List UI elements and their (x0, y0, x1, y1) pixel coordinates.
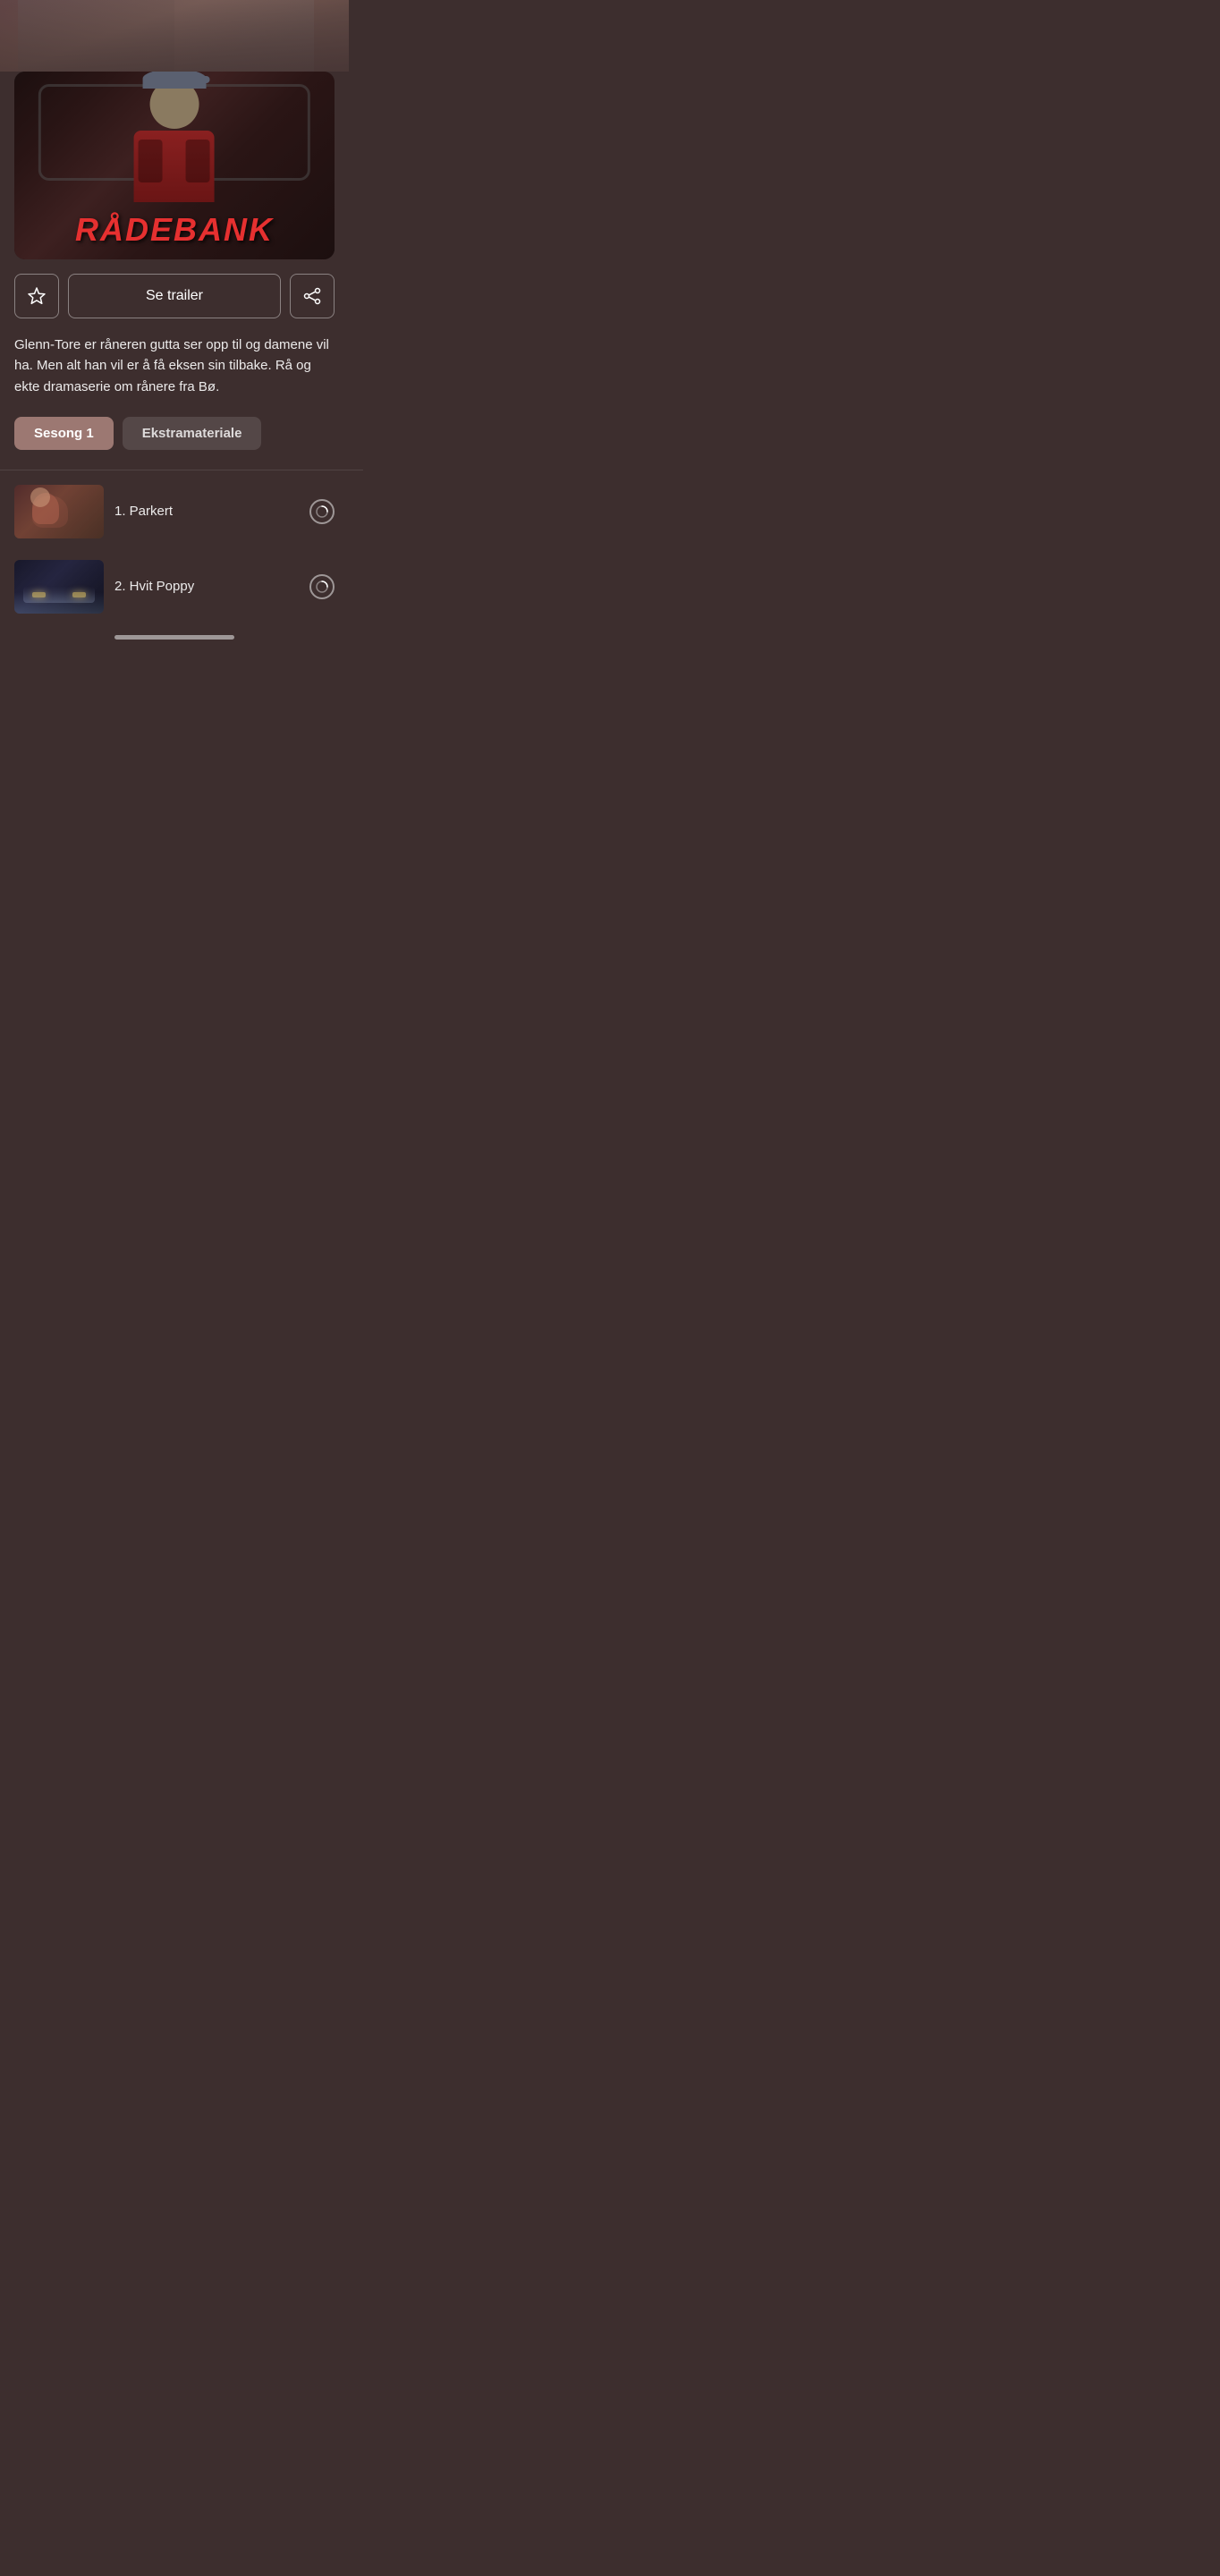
trailer-button[interactable]: Se trailer (68, 274, 281, 318)
home-indicator (114, 635, 234, 640)
share-button[interactable] (290, 274, 335, 318)
episode-2-progress (309, 574, 335, 599)
episode-1-progress (309, 499, 335, 524)
episode-1-thumbnail (14, 485, 104, 538)
episode-2-info: 2. Hvit Poppy (114, 579, 299, 595)
watchlist-button[interactable] (14, 274, 59, 318)
action-buttons: Se trailer (14, 274, 335, 318)
progress-circle-icon (315, 580, 329, 594)
episode-2-title: 2. Hvit Poppy (114, 579, 194, 594)
show-logo: RÅDEBANK (75, 211, 274, 249)
tab-extras[interactable]: Ekstramateriale (123, 417, 262, 450)
share-icon (302, 286, 322, 306)
show-poster: RÅDEBANK (14, 72, 335, 259)
progress-circle-icon (315, 504, 329, 519)
episode-1-title: 1. Parkert (114, 504, 173, 519)
tab-season-1[interactable]: Sesong 1 (14, 417, 114, 450)
episode-item[interactable]: 2. Hvit Poppy (0, 549, 349, 624)
episode-item[interactable]: 1. Parkert (0, 474, 349, 549)
star-icon (27, 286, 47, 306)
show-description: Glenn-Tore er råneren gutta ser opp til … (14, 335, 335, 397)
episode-2-thumbnail (14, 560, 104, 614)
episode-list: 1. Parkert 2. Hvit Poppy (0, 470, 349, 624)
season-tabs: Sesong 1 Ekstramateriale (14, 417, 335, 450)
episode-1-info: 1. Parkert (114, 504, 299, 520)
